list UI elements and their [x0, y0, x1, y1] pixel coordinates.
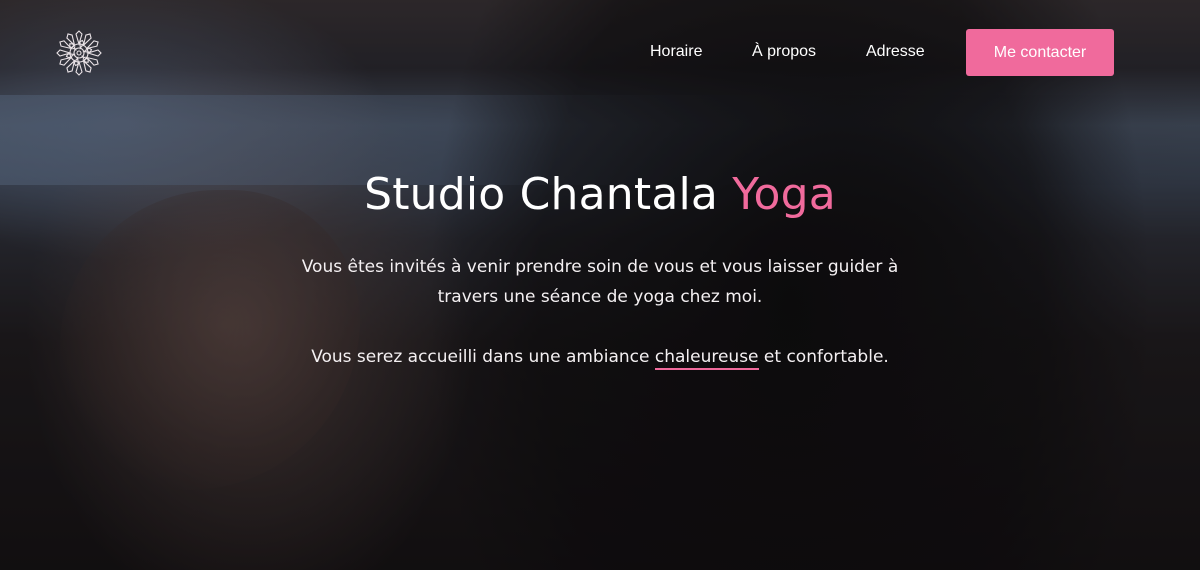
page-title: Studio Chantala Yoga: [0, 165, 1200, 225]
mandala-flower-icon-graphic: [56, 30, 102, 76]
hero-content: Studio Chantala Yoga Vous êtes invités à…: [0, 165, 1200, 372]
mandala-flower-icon[interactable]: [56, 30, 102, 76]
intro-paragraph: Vous êtes invités à venir prendre soin d…: [301, 257, 899, 307]
highlighted-word: chaleureuse: [654, 347, 759, 370]
contact-button[interactable]: Me contacter: [966, 29, 1114, 76]
welcome-paragraph-start: Vous serez accueilli dans une ambiance: [311, 347, 650, 367]
nav-link-horaire[interactable]: Horaire: [650, 43, 702, 61]
page-title-accent: Yoga: [732, 169, 836, 220]
top-navigation: Horaire À propos Adresse Me contacter: [0, 0, 1200, 105]
nav-link-adresse[interactable]: Adresse: [866, 43, 925, 61]
hero-section: Horaire À propos Adresse Me contacter St…: [0, 0, 1200, 570]
nav-link-a-propos[interactable]: À propos: [752, 43, 816, 61]
welcome-paragraph: Vous serez accueilli dans une ambiance c…: [300, 342, 900, 372]
page-title-main: Studio Chantala: [364, 169, 719, 220]
welcome-paragraph-end: et confortable.: [763, 347, 889, 367]
